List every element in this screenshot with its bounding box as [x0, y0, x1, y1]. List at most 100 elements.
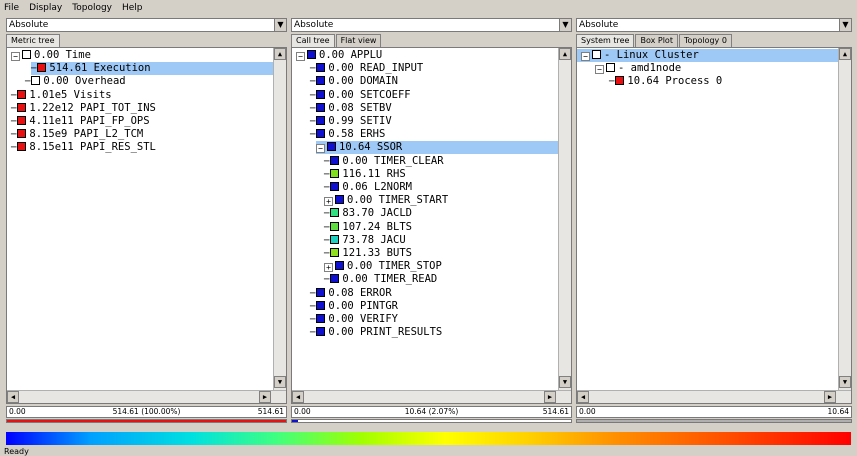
metric-horizontal-scrollbar[interactable]: ◀ ▶ — [7, 390, 286, 403]
tree-row[interactable]: ─ 0.00 DOMAIN — [292, 75, 558, 88]
menu-topology[interactable]: Topology — [72, 3, 112, 13]
tree-row[interactable]: ─ 116.11 RHS — [292, 168, 558, 181]
scroll-down-icon[interactable]: ▼ — [274, 376, 286, 388]
tree-row-label: 10.64 SSOR — [339, 141, 403, 154]
tree-row[interactable]: ─ 0.08 SETBV — [292, 102, 558, 115]
call-vertical-scrollbar[interactable]: ▲ ▼ — [558, 48, 571, 390]
tree-row[interactable]: ─ 0.58 ERHS — [292, 128, 558, 141]
scroll-up-icon[interactable]: ▲ — [559, 48, 571, 60]
scroll-right-icon[interactable]: ▶ — [544, 391, 556, 403]
tab-box-plot[interactable]: Box Plot — [635, 34, 678, 47]
tab-flat-view[interactable]: Flat view — [335, 34, 382, 47]
scroll-left-icon[interactable]: ◀ — [292, 391, 304, 403]
tree-row[interactable]: ─ 107.24 BLTS — [292, 221, 558, 234]
tree-row[interactable]: ─ 121.33 BUTS — [292, 247, 558, 260]
expand-icon[interactable]: + — [324, 263, 333, 273]
tree-row-label: 0.00 TIMER_START — [347, 194, 449, 207]
tree-row[interactable]: ─ 514.61 Execution — [31, 62, 273, 76]
chevron-down-icon[interactable]: ▼ — [559, 19, 571, 31]
metric-vertical-scrollbar[interactable]: ▲ ▼ — [273, 48, 286, 390]
color-swatch-icon — [606, 63, 615, 73]
tree-row[interactable]: ─ 0.00 Overhead — [7, 75, 273, 88]
collapse-icon[interactable]: − — [595, 65, 604, 75]
tree-row[interactable]: ─ 0.99 SETIV — [292, 115, 558, 128]
tree-row[interactable]: ─ 0.08 ERROR — [292, 287, 558, 300]
tree-connector-icon: ─ — [609, 77, 615, 88]
scroll-right-icon[interactable]: ▶ — [259, 391, 271, 403]
tree-row[interactable]: ─ 83.70 JACLD — [292, 207, 558, 220]
color-swatch-icon — [592, 50, 601, 59]
tab-system-tree[interactable]: System tree — [576, 34, 635, 47]
tree-row[interactable]: − - Linux Cluster — [577, 49, 838, 62]
tree-row[interactable]: +0.00 TIMER_START — [292, 194, 558, 207]
expand-icon[interactable]: + — [324, 197, 333, 207]
chevron-down-icon[interactable]: ▼ — [274, 19, 286, 31]
tree-connector-icon: ─ — [324, 209, 330, 220]
tab-topology-0[interactable]: Topology 0 — [678, 34, 732, 47]
call-value-mode-select[interactable]: Absolute ▼ — [291, 18, 572, 32]
tree-row[interactable]: ─ 10.64 Process 0 — [577, 75, 838, 88]
scroll-down-icon[interactable]: ▼ — [559, 376, 571, 388]
tree-row[interactable]: ─ 0.00 PRINT_RESULTS — [292, 326, 558, 339]
collapse-icon[interactable]: − — [581, 52, 590, 61]
collapse-icon[interactable]: − — [316, 144, 325, 154]
tree-row[interactable]: − 0.00 Time — [7, 49, 273, 62]
menu-file[interactable]: File — [4, 3, 19, 13]
tab-call-tree[interactable]: Call tree — [291, 34, 335, 47]
call-value-scale-bar — [291, 419, 572, 423]
menu-display[interactable]: Display — [29, 3, 62, 13]
metric-tree: − 0.00 Time ─ 514.61 Execution ─ 0.00 Overhea… — [6, 47, 287, 404]
tree-row[interactable]: − 10.64 SSOR — [316, 141, 558, 155]
menu-help[interactable]: Help — [122, 3, 143, 13]
tree-row[interactable]: ─ 1.22e12 PAPI_TOT_INS — [7, 102, 273, 115]
tree-connector-icon: ─ — [310, 117, 316, 127]
scale-mid-label: 10.64 (2.07%) — [404, 407, 459, 416]
tree-row[interactable]: ─ 0.00 VERIFY — [292, 313, 558, 326]
scroll-down-icon[interactable]: ▼ — [839, 376, 851, 388]
scroll-left-icon[interactable]: ◀ — [577, 391, 589, 403]
tree-row[interactable]: ─ 0.00 TIMER_CLEAR — [292, 155, 558, 168]
collapse-icon[interactable]: − — [296, 52, 305, 61]
scroll-up-icon[interactable]: ▲ — [274, 48, 286, 60]
color-swatch-icon — [330, 168, 340, 178]
tree-row[interactable]: ─ 0.00 SETCOEFF — [292, 89, 558, 102]
color-swatch-icon — [316, 287, 326, 297]
scale-hi-label: 514.61 — [542, 407, 569, 416]
scale-fill — [7, 420, 286, 422]
tree-row[interactable]: − - amd1node — [577, 62, 838, 75]
tree-row-label: 0.00 TIMER_STOP — [347, 260, 442, 273]
tree-row[interactable]: ─ 0.06 L2NORM — [292, 181, 558, 194]
system-horizontal-scrollbar[interactable]: ◀ ▶ — [577, 390, 851, 403]
tree-row[interactable]: ─ 0.00 READ_INPUT — [292, 62, 558, 75]
call-horizontal-scrollbar[interactable]: ◀ ▶ — [292, 390, 571, 403]
call-value-mode-label: Absolute — [294, 20, 334, 30]
color-swatch-icon — [330, 234, 340, 244]
tree-row[interactable]: ─ 8.15e11 PAPI_RES_STL — [7, 141, 273, 154]
tree-row-label: 0.00 DOMAIN — [328, 75, 398, 88]
scroll-left-icon[interactable]: ◀ — [7, 391, 19, 403]
tree-row[interactable]: ─ 0.00 TIMER_READ — [292, 273, 558, 286]
scroll-up-icon[interactable]: ▲ — [839, 48, 851, 60]
metric-value-mode-select[interactable]: Absolute ▼ — [6, 18, 287, 32]
tree-connector-icon: ─ — [324, 235, 330, 246]
tree-row-label: - Linux Cluster — [604, 49, 699, 61]
system-value-mode-select[interactable]: Absolute ▼ — [576, 18, 852, 32]
tree-row[interactable]: − 0.00 APPLU — [292, 49, 558, 62]
tree-row[interactable]: ─ 1.01e5 Visits — [7, 89, 273, 102]
tree-row[interactable]: ─ 0.00 PINTGR — [292, 300, 558, 313]
tab-metric-tree[interactable]: Metric tree — [6, 34, 60, 47]
tree-row[interactable]: +0.00 TIMER_STOP — [292, 260, 558, 273]
tree-row-label: - amd1node — [618, 62, 682, 75]
scroll-right-icon[interactable]: ▶ — [824, 391, 836, 403]
tree-row[interactable]: ─ 8.15e9 PAPI_L2_TCM — [7, 128, 273, 141]
tree-row[interactable]: ─ 73.78 JACU — [292, 234, 558, 247]
tree-row-label: 0.00 Overhead — [43, 75, 126, 88]
color-swatch-icon — [316, 63, 326, 73]
status-text: Ready — [4, 447, 29, 456]
color-swatch-icon — [316, 89, 326, 99]
color-swatch-icon — [330, 155, 340, 165]
chevron-down-icon[interactable]: ▼ — [839, 19, 851, 31]
system-vertical-scrollbar[interactable]: ▲ ▼ — [838, 48, 851, 390]
collapse-icon[interactable]: − — [11, 52, 20, 61]
tree-row[interactable]: ─ 4.11e11 PAPI_FP_OPS — [7, 115, 273, 128]
